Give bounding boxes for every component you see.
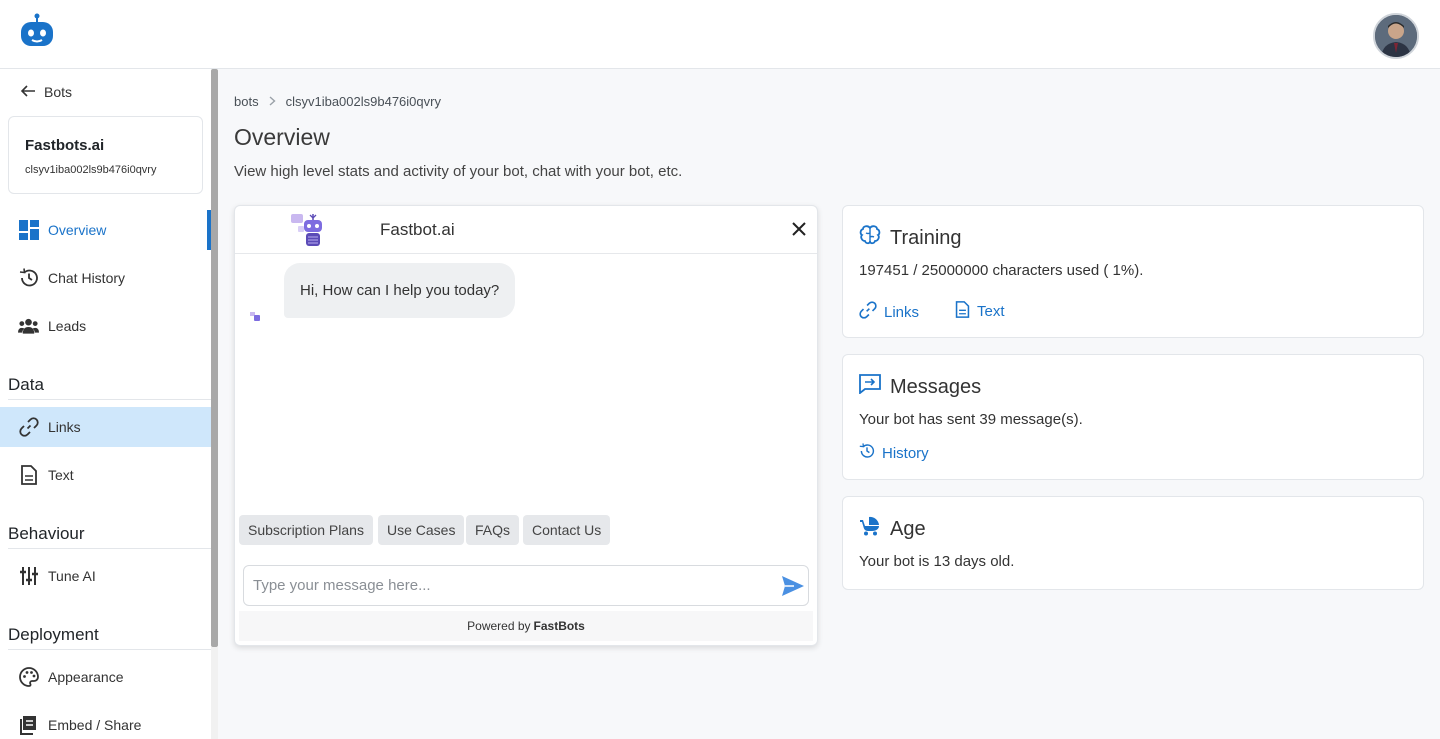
quick-reply-contact-us[interactable]: Contact Us <box>523 515 611 545</box>
messages-card: Messages Your bot has sent 39 message(s)… <box>842 354 1424 480</box>
section-title-behaviour: Behaviour <box>8 524 211 549</box>
chat-header: Fastbot.ai <box>235 206 817 254</box>
sidebar-scrollbar[interactable] <box>211 69 218 647</box>
back-label: Bots <box>44 84 73 100</box>
bot-info-card: Fastbots.ai clsyv1iba002ls9b476i0qvry <box>8 116 203 194</box>
sidebar-item-label: Links <box>48 419 81 435</box>
sidebar-item-label: Text <box>48 467 74 483</box>
app-logo-icon[interactable] <box>18 12 56 50</box>
chat-title: Fastbot.ai <box>380 220 455 239</box>
back-to-bots-link[interactable]: Bots <box>20 83 72 101</box>
sidebar-item-chat-history[interactable]: Chat History <box>0 258 211 298</box>
training-card-header: Training <box>859 225 962 251</box>
powered-by-footer: Powered by FastBots <box>239 611 813 641</box>
chat-input-box <box>243 565 809 606</box>
chevron-right-icon <box>269 95 276 109</box>
section-title-deployment: Deployment <box>8 625 211 650</box>
close-icon[interactable] <box>790 220 808 238</box>
history-icon <box>859 443 875 463</box>
bot-name: Fastbots.ai <box>25 137 105 154</box>
quick-reply-faqs[interactable]: FAQs <box>466 515 520 545</box>
training-links-label: Links <box>884 303 920 321</box>
palette-icon <box>18 667 39 688</box>
arrow-left-icon <box>20 84 36 101</box>
bot-id: clsyv1iba002ls9b476i0qvry <box>25 164 157 176</box>
sidebar-item-label: Appearance <box>48 669 124 685</box>
send-icon[interactable] <box>781 575 805 597</box>
chat-message-input[interactable] <box>253 566 773 605</box>
breadcrumb-current: clsyv1iba002ls9b476i0qvry <box>285 94 441 109</box>
document-icon <box>955 301 970 322</box>
powered-by-brand-link[interactable]: FastBots <box>534 619 585 633</box>
training-usage: 197451 / 25000000 characters used ( 1%). <box>859 262 1144 279</box>
quick-reply-subscription-plans[interactable]: Subscription Plans <box>239 515 373 545</box>
age-title: Age <box>890 517 926 540</box>
messages-history-link[interactable]: History <box>859 443 929 463</box>
training-title: Training <box>890 226 962 249</box>
sidebar-item-overview[interactable]: Overview <box>0 210 211 250</box>
link-icon <box>18 417 39 438</box>
messages-card-header: Messages <box>859 374 981 400</box>
link-icon <box>859 301 877 323</box>
brain-icon <box>859 225 881 251</box>
breadcrumb-root-link[interactable]: bots <box>234 94 259 109</box>
top-bar <box>0 0 1440 69</box>
breadcrumb: bots clsyv1iba002ls9b476i0qvry <box>234 94 441 109</box>
baby-carriage-icon <box>859 516 881 542</box>
messages-history-label: History <box>882 444 929 462</box>
section-title-data: Data <box>8 375 211 400</box>
age-summary: Your bot is 13 days old. <box>859 553 1015 570</box>
chatbot-mini-avatar-icon <box>249 309 261 321</box>
sidebar-scroll-track <box>211 647 218 739</box>
sliders-icon <box>18 566 39 587</box>
sidebar-item-label: Leads <box>48 318 87 334</box>
training-links-link[interactable]: Links <box>859 301 919 323</box>
chat-widget: Fastbot.ai Hi, How can I help you today?… <box>234 205 818 646</box>
user-avatar[interactable] <box>1373 13 1419 59</box>
messages-summary: Your bot has sent 39 message(s). <box>859 411 1083 428</box>
page-title: Overview <box>234 124 330 150</box>
sidebar-item-text[interactable]: Text <box>0 455 211 495</box>
sidebar-item-leads[interactable]: Leads <box>0 306 211 346</box>
sidebar-item-embed-share[interactable]: Embed / Share <box>0 705 211 739</box>
history-icon <box>18 268 39 289</box>
message-icon <box>859 374 881 400</box>
training-text-link[interactable]: Text <box>955 301 1005 322</box>
age-card: Age Your bot is 13 days old. <box>842 496 1424 590</box>
messages-title: Messages <box>890 375 982 398</box>
quick-reply-use-cases[interactable]: Use Cases <box>378 515 465 545</box>
powered-by-prefix: Powered by <box>467 619 531 633</box>
training-card: Training 197451 / 25000000 characters us… <box>842 205 1424 338</box>
sidebar-item-tune-ai[interactable]: Tune AI <box>0 556 211 596</box>
sidebar-item-label: Overview <box>48 222 107 238</box>
sidebar-item-label: Embed / Share <box>48 717 142 733</box>
people-icon <box>18 316 39 337</box>
training-text-label: Text <box>977 303 1005 320</box>
document-icon <box>18 465 39 486</box>
sidebar-item-links[interactable]: Links <box>0 407 211 447</box>
dashboard-icon <box>18 220 39 241</box>
sidebar-item-label: Chat History <box>48 270 126 286</box>
sidebar-item-appearance[interactable]: Appearance <box>0 657 211 697</box>
chatbot-avatar-icon <box>290 212 326 248</box>
embed-icon <box>18 715 39 736</box>
sidebar-item-label: Tune AI <box>48 568 96 584</box>
age-card-header: Age <box>859 516 926 542</box>
page-subtitle: View high level stats and activity of yo… <box>234 163 683 180</box>
bot-message-bubble: Hi, How can I help you today? <box>284 263 516 318</box>
